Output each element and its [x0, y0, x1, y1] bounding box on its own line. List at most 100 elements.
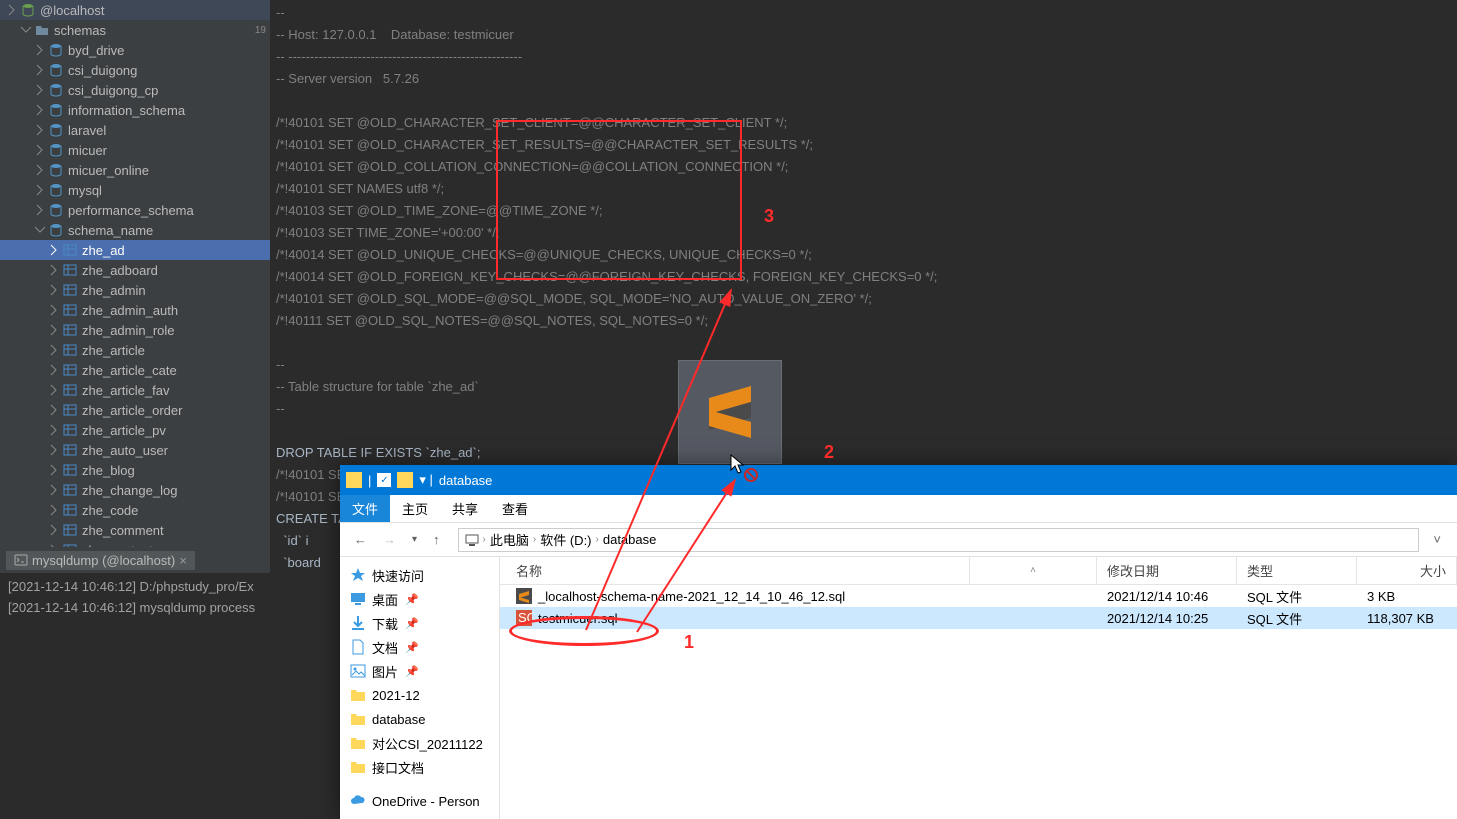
database-icon — [49, 43, 63, 57]
column-headers[interactable]: 名称 ˄ 修改日期 类型 大小 — [500, 557, 1457, 585]
sidebar-folder[interactable]: 接口文档 — [340, 755, 499, 779]
breadcrumb-item[interactable]: 软件 (D:) — [540, 530, 591, 549]
nav-recent-icon[interactable]: ▾ — [408, 534, 421, 545]
checkbox-icon[interactable]: ✓ — [377, 473, 391, 487]
tree-db[interactable]: information_schema — [0, 100, 270, 120]
chevron-right-icon — [6, 4, 18, 16]
desktop-icon — [350, 591, 366, 607]
sidebar-folder[interactable]: database — [340, 707, 499, 731]
tree-table[interactable]: zhe_code — [0, 500, 270, 520]
tree-db[interactable]: csi_duigong — [0, 60, 270, 80]
tree-db[interactable]: byd_drive — [0, 40, 270, 60]
count-badge: 19 — [255, 25, 266, 36]
sort-indicator[interactable]: ˄ — [970, 557, 1097, 584]
chevron-right-icon — [34, 84, 46, 96]
breadcrumb-item[interactable]: 此电脑 — [490, 530, 529, 549]
tree-table[interactable]: zhe_article_order — [0, 400, 270, 420]
quick-access[interactable]: 快速访问 — [340, 563, 499, 587]
sidebar-documents[interactable]: 文档📌 — [340, 635, 499, 659]
col-type[interactable]: 类型 — [1237, 557, 1357, 584]
table-icon — [63, 323, 77, 337]
drag-preview-sublime — [678, 360, 782, 464]
breadcrumb-item[interactable]: database — [603, 532, 657, 547]
chevron-right-icon[interactable]: › — [483, 534, 486, 545]
tree-table[interactable]: zhe_article_pv — [0, 420, 270, 440]
cloud-icon — [350, 793, 366, 809]
col-size[interactable]: 大小 — [1357, 557, 1457, 584]
pictures-icon — [350, 663, 366, 679]
chevron-right-icon[interactable]: › — [596, 534, 599, 545]
database-icon — [49, 63, 63, 77]
chevron-right-icon — [48, 344, 60, 356]
sidebar-onedrive[interactable]: OneDrive - Person — [340, 789, 499, 813]
tree-db-open[interactable]: schema_name — [0, 220, 270, 240]
tree-label: zhe_admin_auth — [82, 303, 266, 318]
chevron-right-icon — [48, 404, 60, 416]
path-dropdown-icon[interactable]: ˅ — [1427, 532, 1447, 547]
tree-schemas[interactable]: schemas 19 — [0, 20, 270, 40]
tree-table[interactable]: zhe_admin_auth — [0, 300, 270, 320]
tree-db[interactable]: laravel — [0, 120, 270, 140]
sublime-file-icon — [516, 588, 532, 604]
tree-root[interactable]: @localhost — [0, 0, 270, 20]
file-date: 2021/12/14 10:46 — [1097, 589, 1237, 604]
sidebar-folder[interactable]: 对公CSI_20211122 — [340, 731, 499, 755]
col-date[interactable]: 修改日期 — [1097, 557, 1237, 584]
tree-table[interactable]: zhe_article — [0, 340, 270, 360]
breadcrumb[interactable]: › 此电脑 › 软件 (D:) › database — [458, 528, 1420, 552]
tree-table[interactable]: zhe_comment — [0, 520, 270, 540]
sidebar-downloads[interactable]: 下载📌 — [340, 611, 499, 635]
tree-label: zhe_article_pv — [82, 423, 266, 438]
nav-up-icon[interactable]: ↑ — [429, 532, 444, 547]
tree-table[interactable]: zhe_adboard — [0, 260, 270, 280]
nav-forward-icon[interactable]: → — [379, 532, 400, 547]
tree-db[interactable]: micuer_online — [0, 160, 270, 180]
separator: | — [368, 473, 371, 488]
table-icon — [63, 263, 77, 277]
chevron-right-icon[interactable]: › — [533, 534, 536, 545]
ribbon-tab-file[interactable]: 文件 — [340, 495, 390, 522]
tree-db[interactable]: csi_duigong_cp — [0, 80, 270, 100]
explorer-file-list[interactable]: 名称 ˄ 修改日期 类型 大小 _localhost-schema-name-2… — [500, 557, 1457, 819]
document-icon — [350, 639, 366, 655]
tree-table[interactable]: zhe_ad — [0, 240, 270, 260]
table-icon — [63, 463, 77, 477]
sublime-text-icon — [703, 380, 757, 444]
ribbon-tab-share[interactable]: 共享 — [440, 495, 490, 522]
tree-table[interactable]: zhe_article_fav — [0, 380, 270, 400]
file-size: 3 KB — [1357, 589, 1457, 604]
tree-label: micuer_online — [68, 163, 266, 178]
chevron-right-icon — [34, 124, 46, 136]
console-tab[interactable]: mysqldump (@localhost) × — [6, 551, 195, 570]
chevron-right-icon — [48, 244, 60, 256]
file-row[interactable]: SQLtestmicuer.sql2021/12/14 10:25SQL 文件1… — [500, 607, 1457, 629]
tree-table[interactable]: zhe_change_log — [0, 480, 270, 500]
ribbon-tab-view[interactable]: 查看 — [490, 495, 540, 522]
chevron-right-icon — [48, 444, 60, 456]
tree-db[interactable]: mysql — [0, 180, 270, 200]
console-output[interactable]: [2021-12-14 10:46:12] D:/phpstudy_pro/Ex… — [0, 573, 340, 819]
folder-icon — [350, 735, 366, 751]
nav-back-icon[interactable]: ← — [350, 532, 371, 547]
close-icon[interactable]: × — [179, 553, 187, 568]
chevron-right-icon — [34, 184, 46, 196]
explorer-sidebar[interactable]: 快速访问 桌面📌 下载📌 文档📌 图片📌 2021-12 database 对公… — [340, 557, 500, 819]
file-date: 2021/12/14 10:25 — [1097, 611, 1237, 626]
sidebar-desktop[interactable]: 桌面📌 — [340, 587, 499, 611]
tree-label: zhe_code — [82, 503, 266, 518]
tree-label: schemas — [54, 23, 251, 38]
explorer-titlebar[interactable]: | ✓ ▾ | database — [340, 465, 1457, 495]
tree-db[interactable]: performance_schema — [0, 200, 270, 220]
tree-table[interactable]: zhe_auto_user — [0, 440, 270, 460]
ribbon-tab-home[interactable]: 主页 — [390, 495, 440, 522]
sidebar-folder[interactable]: 2021-12 — [340, 683, 499, 707]
sidebar-pictures[interactable]: 图片📌 — [340, 659, 499, 683]
file-row[interactable]: _localhost-schema-name-2021_12_14_10_46_… — [500, 585, 1457, 607]
tree-table[interactable]: zhe_blog — [0, 460, 270, 480]
tree-table[interactable]: zhe_admin_role — [0, 320, 270, 340]
chevron-right-icon — [48, 484, 60, 496]
tree-db[interactable]: micuer — [0, 140, 270, 160]
col-name[interactable]: 名称 — [500, 557, 970, 584]
tree-table[interactable]: zhe_admin — [0, 280, 270, 300]
tree-table[interactable]: zhe_article_cate — [0, 360, 270, 380]
